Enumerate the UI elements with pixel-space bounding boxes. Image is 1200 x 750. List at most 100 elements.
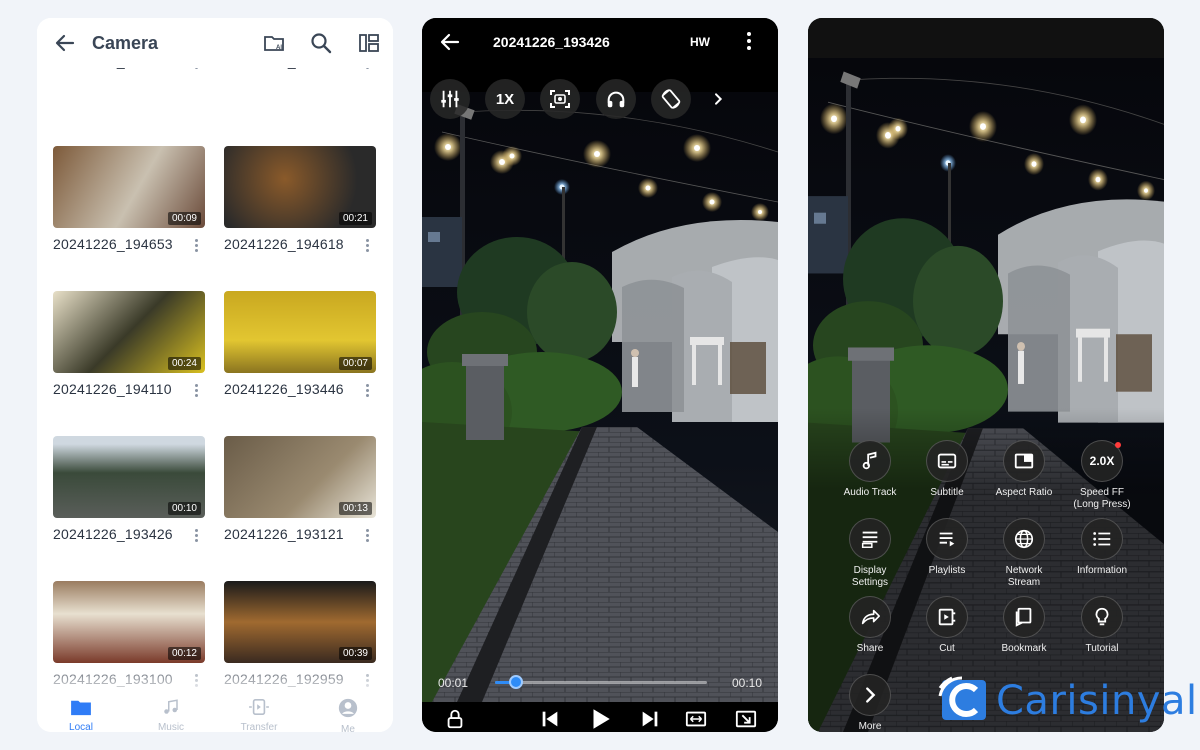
subtitle-icon xyxy=(937,453,957,469)
next-icon[interactable] xyxy=(639,708,661,730)
nav-transfer-label: Transfer xyxy=(240,722,278,732)
menu-button-tutorial[interactable] xyxy=(1081,596,1123,638)
menu-item-audio-track[interactable]: Audio Track xyxy=(831,440,909,499)
video-options-icon[interactable] xyxy=(362,384,372,400)
video-options-icon[interactable] xyxy=(191,239,201,255)
audio-button[interactable] xyxy=(596,79,636,119)
previous-icon[interactable] xyxy=(539,708,561,730)
menu-item-speed-ff-long-press[interactable]: 2.0X Speed FF (Long Press) xyxy=(1063,440,1141,511)
menu-item-information[interactable]: Information xyxy=(1063,518,1141,577)
nav-music[interactable]: Music xyxy=(131,698,211,732)
back-arrow-icon[interactable] xyxy=(53,31,77,55)
menu-label-more: More xyxy=(858,721,882,732)
folder-icon xyxy=(71,700,91,716)
menu-button-audio-track[interactable] xyxy=(849,440,891,482)
menu-button-display-settings[interactable] xyxy=(849,518,891,560)
play-icon[interactable] xyxy=(587,706,613,732)
notification-dot xyxy=(1115,442,1121,448)
music-note-icon xyxy=(862,451,877,470)
globe-icon xyxy=(1014,529,1034,549)
cut-icon xyxy=(938,608,956,626)
decoder-toggle[interactable]: HW xyxy=(690,35,710,49)
menu-item-more[interactable]: More xyxy=(831,674,909,732)
profile-icon xyxy=(338,698,358,718)
menu-label-tutorial: Tutorial xyxy=(1085,643,1119,654)
popup-icon[interactable] xyxy=(735,708,757,730)
more-controls-button[interactable] xyxy=(706,79,730,119)
rotate-icon xyxy=(661,89,681,109)
total-time: 00:10 xyxy=(732,676,763,690)
video-thumbnail[interactable]: 00:24 xyxy=(53,291,205,373)
folder-all-icon[interactable]: All xyxy=(263,31,287,55)
menu-button-bookmark[interactable] xyxy=(1003,596,1045,638)
video-thumbnail[interactable]: 00:09 xyxy=(53,146,205,228)
menu-item-display-settings[interactable]: Display Settings xyxy=(831,518,909,589)
nav-transfer[interactable]: Transfer xyxy=(219,698,299,732)
video-filename: 20241226_194110 xyxy=(53,381,172,397)
menu-label-information: Information xyxy=(1076,565,1128,576)
video-filename: 20241226_194653 xyxy=(53,236,173,252)
menu-item-tutorial[interactable]: Tutorial xyxy=(1063,596,1141,655)
video-options-icon[interactable] xyxy=(362,529,372,545)
video-options-icon[interactable] xyxy=(191,384,201,400)
menu-button-playlists[interactable] xyxy=(926,518,968,560)
nav-music-label: Music xyxy=(157,722,185,732)
video-thumbnail[interactable]: 00:21 xyxy=(224,146,376,228)
lightbulb-icon xyxy=(1095,607,1109,626)
rotate-button[interactable] xyxy=(651,79,691,119)
menu-item-subtitle[interactable]: Subtitle xyxy=(908,440,986,499)
view-layout-icon[interactable] xyxy=(357,31,381,55)
video-filename: 20241226_193446 xyxy=(224,381,344,397)
menu-button-share[interactable] xyxy=(849,596,891,638)
menu-button-cut[interactable] xyxy=(926,596,968,638)
chevron-right-icon xyxy=(715,93,723,105)
file-browser-screen: Camera All 00:0820241226_19541500:092024… xyxy=(37,18,393,732)
video-duration: 00:13 xyxy=(338,502,372,515)
video-player-screen: 20241226_193426 HW 1X 00:01 00:10 xyxy=(422,18,778,732)
video-duration: 00:24 xyxy=(167,357,201,370)
speed-value: 1X xyxy=(495,90,515,108)
watermark: Carisinyal xyxy=(938,676,1197,728)
menu-item-share[interactable]: Share xyxy=(831,596,909,655)
seek-bar[interactable] xyxy=(495,675,707,689)
menu-button-aspect-ratio[interactable] xyxy=(1003,440,1045,482)
current-time: 00:01 xyxy=(438,676,469,690)
video-options-icon[interactable] xyxy=(362,239,372,255)
equalizer-button[interactable] xyxy=(430,79,470,119)
search-icon[interactable] xyxy=(309,31,333,55)
share-icon xyxy=(861,609,880,625)
nav-local[interactable]: Local xyxy=(41,698,121,732)
video-frame[interactable] xyxy=(422,92,778,702)
menu-label-display-settings: Display Settings xyxy=(851,565,889,588)
menu-item-bookmark[interactable]: Bookmark xyxy=(985,596,1063,655)
back-arrow-icon[interactable] xyxy=(438,30,462,54)
chevron-right-icon xyxy=(866,687,876,703)
menu-button-network-stream[interactable] xyxy=(1003,518,1045,560)
video-duration: 00:07 xyxy=(338,357,372,370)
more-options-icon[interactable] xyxy=(744,32,754,52)
menu-button-subtitle[interactable] xyxy=(926,440,968,482)
speed-button[interactable]: 1X xyxy=(485,79,525,119)
menu-button-speed-ff-long-press[interactable]: 2.0X xyxy=(1081,440,1123,482)
menu-item-aspect-ratio[interactable]: Aspect Ratio xyxy=(985,440,1063,499)
menu-label-share: Share xyxy=(856,643,884,654)
screenshot-button[interactable] xyxy=(540,79,580,119)
nav-me[interactable]: Me xyxy=(308,698,388,732)
menu-item-cut[interactable]: Cut xyxy=(908,596,986,655)
lock-icon[interactable] xyxy=(444,708,466,730)
music-note-icon xyxy=(164,699,178,714)
menu-label-audio-track: Audio Track xyxy=(843,487,897,498)
video-thumbnail[interactable]: 00:13 xyxy=(224,436,376,518)
video-options-icon[interactable] xyxy=(191,529,201,545)
menu-button-more[interactable] xyxy=(849,674,891,716)
video-thumbnail[interactable]: 00:07 xyxy=(224,291,376,373)
video-thumbnail[interactable]: 00:12 xyxy=(53,581,205,663)
menu-label-network-stream: Network Stream xyxy=(1005,565,1043,588)
video-thumbnail[interactable]: 00:10 xyxy=(53,436,205,518)
menu-button-information[interactable] xyxy=(1081,518,1123,560)
video-thumbnail[interactable]: 00:39 xyxy=(224,581,376,663)
transfer-icon xyxy=(249,698,269,716)
menu-item-playlists[interactable]: Playlists xyxy=(908,518,986,577)
aspect-icon[interactable] xyxy=(685,708,707,730)
menu-item-network-stream[interactable]: Network Stream xyxy=(985,518,1063,589)
